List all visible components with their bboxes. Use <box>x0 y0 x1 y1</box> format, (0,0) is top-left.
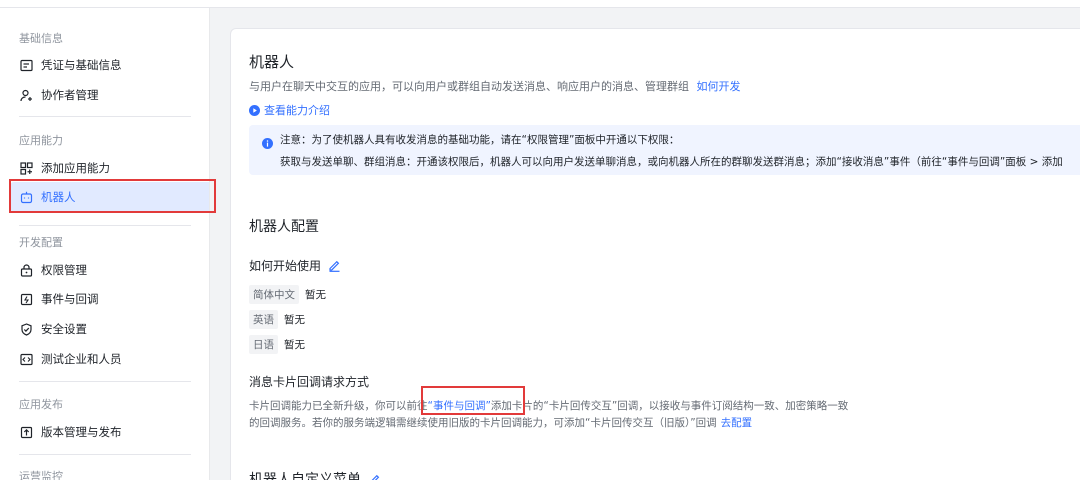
permission-notice: 注意：为了使机器人具有收发消息的基础功能，请在“权限管理”面板中开通以下权限： … <box>249 125 1080 175</box>
sidebar-item-release[interactable]: 版本管理与发布 <box>10 417 209 447</box>
sidebar-group-title: 运营监控 <box>19 470 63 480</box>
edit-icon[interactable] <box>328 259 341 272</box>
code-icon <box>19 352 34 367</box>
sidebar-group-title: 应用发布 <box>19 398 63 411</box>
description-text: 与用户在聊天中交互的应用，可以向用户或群组自动发送消息、响应用户的消息、管理群组 <box>249 80 689 93</box>
sidebar-item-label: 凭证与基础信息 <box>41 58 122 72</box>
sidebar-item-label: 版本管理与发布 <box>41 425 122 439</box>
sidebar-item-permissions[interactable]: 权限管理 <box>10 255 209 285</box>
shield-check-icon <box>19 322 34 337</box>
custom-menu-header: 机器人自定义菜单 <box>249 469 381 480</box>
lang-tag: 日语 <box>249 335 278 354</box>
highlight-box-events-link <box>421 386 525 415</box>
lang-row-zh: 简体中文 暂无 <box>249 283 326 304</box>
how-to-use-header: 如何开始使用 <box>249 257 341 274</box>
sidebar-group-title: 开发配置 <box>19 236 63 249</box>
notice-line-1: 注意：为了使机器人具有收发消息的基础功能，请在“权限管理”面板中开通以下权限： <box>280 134 680 146</box>
lang-row-ja: 日语 暂无 <box>249 333 305 354</box>
how-to-use-title: 如何开始使用 <box>249 259 322 273</box>
grid-add-icon <box>19 161 34 176</box>
highlight-box-sidebar <box>9 179 216 213</box>
sidebar-item-security[interactable]: 安全设置 <box>10 314 209 344</box>
sidebar-item-test-org[interactable]: 测试企业和人员 <box>10 344 209 374</box>
how-to-develop-link[interactable]: 如何开发 <box>697 80 741 93</box>
sidebar-divider <box>19 225 191 226</box>
event-icon <box>19 292 34 307</box>
upload-icon <box>19 425 34 440</box>
notice-line-2: 获取与发送单聊、群组消息：开通该权限后，机器人可以向用户发送单聊消息，或向机器人… <box>280 156 1063 168</box>
callback-text: 卡片回调能力已全新升级，你可以前往 <box>249 400 428 412</box>
intro-link-row[interactable]: 查看能力介绍 <box>249 102 330 118</box>
lang-value: 暂无 <box>284 339 305 351</box>
lang-tag: 英语 <box>249 310 278 329</box>
lock-icon <box>19 263 34 278</box>
callback-text: 的回调服务。若你的服务端逻辑需继续使用旧版的卡片回调能力，可添加“卡片回传交互（… <box>249 417 717 429</box>
sidebar-divider <box>19 454 191 455</box>
sidebar-item-label: 添加应用能力 <box>41 161 110 175</box>
id-card-icon <box>19 58 34 73</box>
lang-tag: 简体中文 <box>249 285 299 304</box>
sidebar-item-events[interactable]: 事件与回调 <box>10 284 209 314</box>
view-intro-link[interactable]: 查看能力介绍 <box>264 102 330 118</box>
top-bar <box>0 0 1080 8</box>
card-callback-line-1: 卡片回调能力已全新升级，你可以前往“事件与回调”添加卡片的“卡片回传交互”回调，… <box>249 398 848 413</box>
sidebar-divider <box>19 116 191 117</box>
robot-config-title: 机器人配置 <box>249 219 319 235</box>
sidebar-item-label: 事件与回调 <box>41 292 99 306</box>
edit-icon[interactable] <box>368 473 381 480</box>
sidebar-item-label: 测试企业和人员 <box>41 352 122 366</box>
sidebar-item-collaborators[interactable]: 协作者管理 <box>10 80 209 110</box>
sidebar-group-title: 应用能力 <box>19 134 63 147</box>
info-icon <box>262 134 273 153</box>
card-callback-title: 消息卡片回调请求方式 <box>249 375 370 389</box>
sidebar-divider <box>19 381 191 382</box>
lang-row-en: 英语 暂无 <box>249 308 305 329</box>
sidebar-item-label: 协作者管理 <box>41 88 99 102</box>
custom-menu-title: 机器人自定义菜单 <box>249 472 361 480</box>
page-title: 机器人 <box>249 53 295 71</box>
sidebar: 基础信息 凭证与基础信息 协作者管理 应用能力 添加应用能力 机器人 开发配置 … <box>0 8 210 480</box>
sidebar-item-label: 权限管理 <box>41 263 87 277</box>
sidebar-item-label: 安全设置 <box>41 322 87 336</box>
sidebar-group-title: 基础信息 <box>19 32 63 45</box>
play-circle-icon <box>249 104 260 116</box>
go-config-link[interactable]: 去配置 <box>721 417 753 429</box>
robot-card: 机器人 与用户在聊天中交互的应用，可以向用户或群组自动发送消息、响应用户的消息、… <box>230 28 1080 480</box>
lang-value: 暂无 <box>305 289 326 301</box>
lang-value: 暂无 <box>284 314 305 326</box>
card-callback-line-2: 的回调服务。若你的服务端逻辑需继续使用旧版的卡片回调能力，可添加“卡片回传交互（… <box>249 415 752 430</box>
user-add-icon <box>19 88 34 103</box>
page-description: 与用户在聊天中交互的应用，可以向用户或群组自动发送消息、响应用户的消息、管理群组… <box>249 78 741 94</box>
sidebar-item-credentials[interactable]: 凭证与基础信息 <box>10 50 209 80</box>
callback-text: 添加卡片的“卡片回传交互”回调，以接收与事件订阅结构一致、加密策略一致 <box>490 400 849 412</box>
